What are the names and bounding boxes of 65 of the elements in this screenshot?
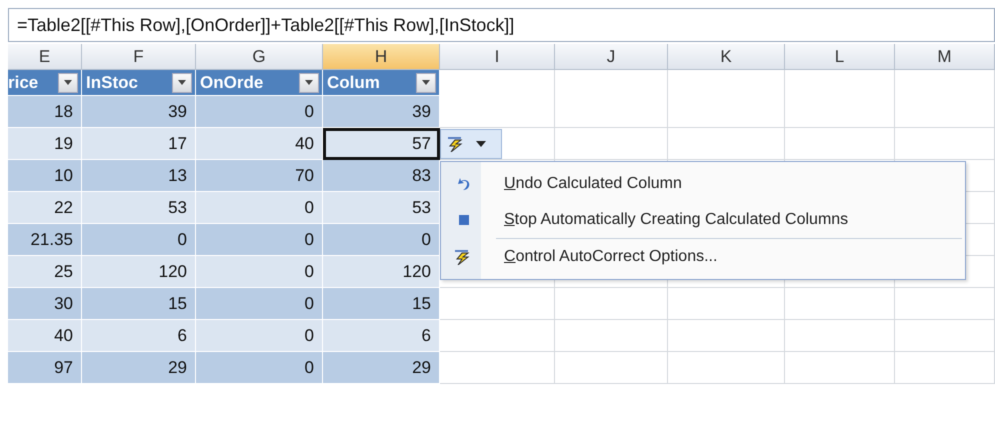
- table-cell: 10: [8, 160, 82, 192]
- table-cell: 18: [8, 96, 82, 128]
- column-header[interactable]: J: [555, 44, 668, 70]
- table-cell: 0: [323, 224, 440, 256]
- table-cell: 40: [196, 128, 323, 160]
- menu-item[interactable]: Stop Automatically Creating Calculated Columns: [484, 211, 848, 229]
- column-header[interactable]: E: [8, 44, 82, 70]
- table-cell: 0: [82, 224, 196, 256]
- table-cell: 0: [196, 192, 323, 224]
- table-cell: 0: [196, 96, 323, 128]
- table-header-cell-text: Colum: [326, 72, 380, 92]
- table-cell: 0: [196, 256, 323, 288]
- table-cell: 13: [82, 160, 196, 192]
- table-cell: 97: [8, 352, 82, 384]
- table-cell: 120: [82, 256, 196, 288]
- caret-icon: [178, 80, 186, 85]
- filter-dropdown-button[interactable]: [299, 72, 319, 92]
- menu-item[interactable]: Control AutoCorrect Options...: [484, 248, 718, 266]
- table-cell: 22: [8, 192, 82, 224]
- table-cell: 6: [82, 320, 196, 352]
- column-header[interactable]: M: [895, 44, 995, 70]
- caret-icon: [422, 80, 430, 85]
- filter-dropdown-button[interactable]: [416, 72, 436, 92]
- table-cell: 53: [323, 192, 440, 224]
- table-cell: 39: [82, 96, 196, 128]
- table-cell: 25: [8, 256, 82, 288]
- table-header-cell-text: InStoc: [85, 72, 138, 92]
- table-cell: 0: [196, 288, 323, 320]
- square-icon: [459, 215, 469, 225]
- column-header[interactable]: G: [196, 44, 323, 70]
- filter-dropdown-button[interactable]: [58, 72, 78, 92]
- column-header[interactable]: I: [440, 44, 555, 70]
- table-cell: 39: [323, 96, 440, 128]
- table-cell: 53: [82, 192, 196, 224]
- table-cell: 120: [323, 256, 440, 288]
- table-cell: 0: [196, 224, 323, 256]
- column-header[interactable]: K: [668, 44, 785, 70]
- caret-icon: [305, 80, 313, 85]
- menu-item[interactable]: Undo Calculated Column: [484, 175, 682, 193]
- table-header-cell-text: OnOrde: [199, 72, 264, 92]
- table-cell: 0: [196, 320, 323, 352]
- formula-bar[interactable]: =Table2[[#This Row],[OnOrder]]+Table2[[#This Row],[InStock]]: [9, 9, 994, 41]
- column-header[interactable]: L: [785, 44, 895, 70]
- table-cell: 30: [8, 288, 82, 320]
- column-header[interactable]: H: [323, 44, 440, 70]
- table-cell: 57: [323, 128, 440, 160]
- table-cell: 29: [82, 352, 196, 384]
- filter-dropdown-button[interactable]: [172, 72, 192, 92]
- table-cell: 83: [323, 160, 440, 192]
- caret-icon: [64, 80, 72, 85]
- table-cell: 6: [323, 320, 440, 352]
- table-cell: 40: [8, 320, 82, 352]
- caret-icon: [476, 141, 486, 147]
- undo-icon: [456, 176, 472, 192]
- table-cell: 70: [196, 160, 323, 192]
- table-cell: 21.35: [8, 224, 82, 256]
- table-cell: 15: [82, 288, 196, 320]
- table-cell: 15: [323, 288, 440, 320]
- table-cell: 0: [196, 352, 323, 384]
- table-header-cell: rice: [8, 72, 38, 92]
- table-cell: 19: [8, 128, 82, 160]
- table-cell: 17: [82, 128, 196, 160]
- autocorrect-options-button[interactable]: [440, 129, 502, 159]
- column-header[interactable]: F: [82, 44, 196, 70]
- table-cell: 29: [323, 352, 440, 384]
